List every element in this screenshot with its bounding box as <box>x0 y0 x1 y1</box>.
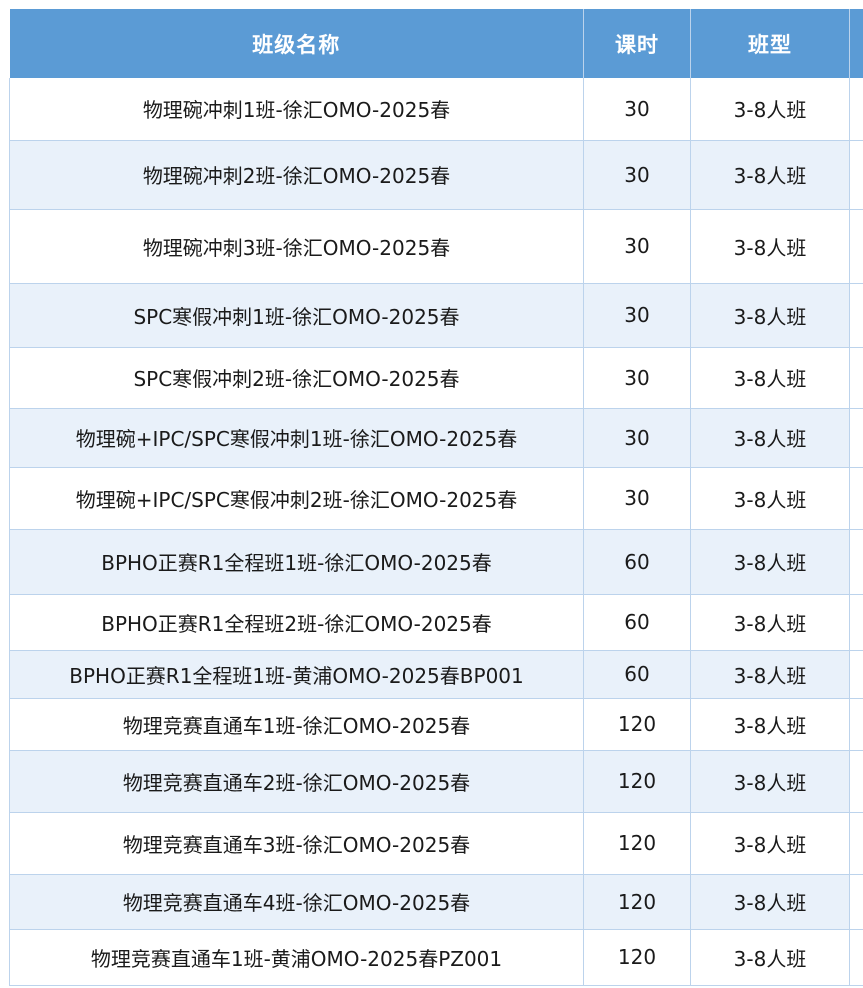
cell-class-name: SPC寒假冲刺2班-徐汇OMO-2025春 <box>9 347 584 409</box>
cell-class-type: 3-8人班 <box>690 467 850 530</box>
table-row: 物理竞赛直通车2班-徐汇OMO-2025春 120 3-8人班 <box>9 750 863 813</box>
cell-class-name: 物理竞赛直通车1班-徐汇OMO-2025春 <box>9 698 584 751</box>
table-row: 物理碗冲刺2班-徐汇OMO-2025春 30 3-8人班 <box>9 140 863 210</box>
cell-extra <box>849 929 863 986</box>
table-row: 物理碗冲刺3班-徐汇OMO-2025春 30 3-8人班 <box>9 209 863 284</box>
cell-extra <box>849 140 863 210</box>
table-header: 班级名称 课时 班型 <box>9 9 863 78</box>
cell-hours: 60 <box>583 650 691 699</box>
table-row: 物理竞赛直通车4班-徐汇OMO-2025春 120 3-8人班 <box>9 874 863 930</box>
table-row: BPHO正赛R1全程班2班-徐汇OMO-2025春 60 3-8人班 <box>9 594 863 651</box>
cell-hours: 120 <box>583 698 691 751</box>
table-row: BPHO正赛R1全程班1班-徐汇OMO-2025春 60 3-8人班 <box>9 529 863 595</box>
class-table-container: 班级名称 课时 班型 物理碗冲刺1班-徐汇OMO-2025春 30 3-8人班 物理碗… <box>9 9 863 986</box>
cell-class-name: 物理碗+IPC/SPC寒假冲刺1班-徐汇OMO-2025春 <box>9 408 584 468</box>
table-row: BPHO正赛R1全程班1班-黄浦OMO-2025春BP001 60 3-8人班 <box>9 650 863 699</box>
table-row: 物理碗冲刺1班-徐汇OMO-2025春 30 3-8人班 <box>9 78 863 141</box>
column-header-class-name: 班级名称 <box>9 9 584 78</box>
cell-class-type: 3-8人班 <box>690 408 850 468</box>
cell-class-type: 3-8人班 <box>690 209 850 284</box>
cell-class-name: BPHO正赛R1全程班2班-徐汇OMO-2025春 <box>9 594 584 651</box>
cell-class-type: 3-8人班 <box>690 283 850 348</box>
cell-hours: 30 <box>583 467 691 530</box>
cell-class-type: 3-8人班 <box>690 929 850 986</box>
cell-class-name: SPC寒假冲刺1班-徐汇OMO-2025春 <box>9 283 584 348</box>
table-row: SPC寒假冲刺2班-徐汇OMO-2025春 30 3-8人班 <box>9 347 863 409</box>
cell-class-type: 3-8人班 <box>690 698 850 751</box>
cell-hours: 120 <box>583 874 691 930</box>
column-header-extra <box>849 9 863 78</box>
cell-extra <box>849 78 863 141</box>
cell-extra <box>849 283 863 348</box>
cell-hours: 30 <box>583 140 691 210</box>
table-row: 物理竞赛直通车1班-黄浦OMO-2025春PZ001 120 3-8人班 <box>9 929 863 986</box>
cell-class-name: 物理竞赛直通车4班-徐汇OMO-2025春 <box>9 874 584 930</box>
cell-class-type: 3-8人班 <box>690 874 850 930</box>
column-header-hours: 课时 <box>583 9 691 78</box>
cell-class-name: 物理碗冲刺3班-徐汇OMO-2025春 <box>9 209 584 284</box>
class-table: 班级名称 课时 班型 物理碗冲刺1班-徐汇OMO-2025春 30 3-8人班 物理碗… <box>9 9 863 986</box>
cell-extra <box>849 209 863 284</box>
cell-hours: 120 <box>583 929 691 986</box>
cell-class-name: 物理碗冲刺1班-徐汇OMO-2025春 <box>9 78 584 141</box>
cell-hours: 60 <box>583 594 691 651</box>
header-row: 班级名称 课时 班型 <box>9 9 863 78</box>
table-body: 物理碗冲刺1班-徐汇OMO-2025春 30 3-8人班 物理碗冲刺2班-徐汇OMO-… <box>9 78 863 986</box>
table-row: 物理竞赛直通车3班-徐汇OMO-2025春 120 3-8人班 <box>9 812 863 875</box>
table-row: 物理碗+IPC/SPC寒假冲刺2班-徐汇OMO-2025春 30 3-8人班 <box>9 467 863 530</box>
cell-class-name: 物理碗冲刺2班-徐汇OMO-2025春 <box>9 140 584 210</box>
cell-class-type: 3-8人班 <box>690 750 850 813</box>
cell-class-name: 物理竞赛直通车2班-徐汇OMO-2025春 <box>9 750 584 813</box>
cell-class-type: 3-8人班 <box>690 529 850 595</box>
cell-extra <box>849 650 863 699</box>
column-header-class-type: 班型 <box>690 9 850 78</box>
cell-class-name: BPHO正赛R1全程班1班-黄浦OMO-2025春BP001 <box>9 650 584 699</box>
cell-extra <box>849 408 863 468</box>
cell-extra <box>849 594 863 651</box>
cell-class-type: 3-8人班 <box>690 650 850 699</box>
table-row: 物理竞赛直通车1班-徐汇OMO-2025春 120 3-8人班 <box>9 698 863 751</box>
cell-class-name: BPHO正赛R1全程班1班-徐汇OMO-2025春 <box>9 529 584 595</box>
cell-class-type: 3-8人班 <box>690 594 850 651</box>
cell-extra <box>849 874 863 930</box>
cell-class-name: 物理碗+IPC/SPC寒假冲刺2班-徐汇OMO-2025春 <box>9 467 584 530</box>
cell-extra <box>849 467 863 530</box>
cell-class-type: 3-8人班 <box>690 347 850 409</box>
cell-extra <box>849 347 863 409</box>
cell-hours: 30 <box>583 347 691 409</box>
cell-hours: 120 <box>583 750 691 813</box>
cell-hours: 30 <box>583 408 691 468</box>
cell-extra <box>849 750 863 813</box>
cell-class-type: 3-8人班 <box>690 78 850 141</box>
cell-extra <box>849 812 863 875</box>
cell-hours: 30 <box>583 209 691 284</box>
cell-hours: 30 <box>583 78 691 141</box>
table-row: SPC寒假冲刺1班-徐汇OMO-2025春 30 3-8人班 <box>9 283 863 348</box>
cell-class-name: 物理竞赛直通车1班-黄浦OMO-2025春PZ001 <box>9 929 584 986</box>
cell-hours: 60 <box>583 529 691 595</box>
cell-class-name: 物理竞赛直通车3班-徐汇OMO-2025春 <box>9 812 584 875</box>
cell-extra <box>849 698 863 751</box>
cell-hours: 30 <box>583 283 691 348</box>
cell-class-type: 3-8人班 <box>690 140 850 210</box>
cell-hours: 120 <box>583 812 691 875</box>
cell-extra <box>849 529 863 595</box>
cell-class-type: 3-8人班 <box>690 812 850 875</box>
table-row: 物理碗+IPC/SPC寒假冲刺1班-徐汇OMO-2025春 30 3-8人班 <box>9 408 863 468</box>
